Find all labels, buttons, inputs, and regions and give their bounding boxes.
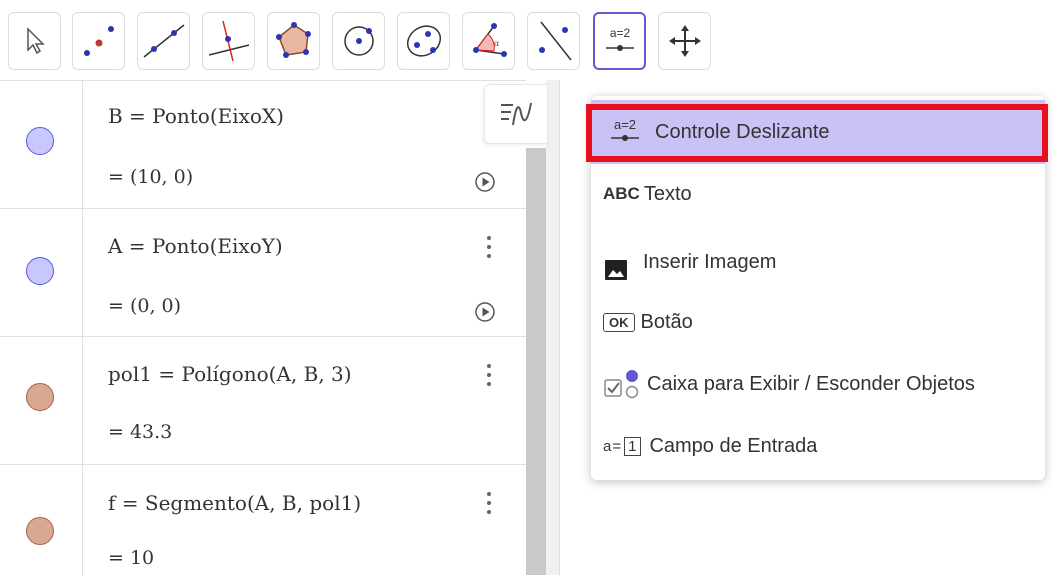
menu-item-checkbox[interactable]: Caixa para Exibir / Esconder Objetos <box>591 352 1045 416</box>
visibility-marker-column <box>0 465 83 576</box>
cursor-arrow-icon <box>26 27 45 55</box>
tool-submenu: a=2 Controle Deslizante ABC Texto Inseri… <box>591 96 1045 480</box>
more-options-icon[interactable] <box>482 233 496 261</box>
svg-text:α: α <box>494 39 499 48</box>
button-ok-icon: OK <box>603 312 635 332</box>
algebra-graphics-toggle-icon <box>501 102 532 126</box>
ellipse-icon <box>406 25 441 57</box>
algebra-scrollbar-thumb[interactable] <box>526 148 546 575</box>
visibility-toggle[interactable] <box>26 127 54 155</box>
image-icon <box>603 258 629 282</box>
algebra-row-B[interactable]: B = Ponto(EixoX) = (10, 0) <box>0 81 526 209</box>
polygon-tool[interactable] <box>267 12 320 70</box>
algebra-scroll-track[interactable] <box>546 80 560 575</box>
reflect-tool[interactable] <box>527 12 580 70</box>
visibility-marker-column <box>0 81 83 208</box>
menu-item-label: Campo de Entrada <box>649 434 818 457</box>
value-text: = (0, 0) <box>108 295 182 317</box>
angle-tool[interactable]: α <box>462 12 515 70</box>
angle-icon: α <box>472 23 507 57</box>
menu-item-button[interactable]: OK Botão <box>591 290 1045 354</box>
algebra-view-toggle-button[interactable] <box>484 84 548 144</box>
menu-item-label: Inserir Imagem <box>643 250 777 273</box>
menu-item-label: Caixa para Exibir / Esconder Objetos <box>647 372 975 395</box>
text-abc-icon: ABC <box>603 184 640 203</box>
menu-item-input-box[interactable]: a= 1 Campo de Entrada <box>591 414 1045 478</box>
move-graphics-view-tool[interactable] <box>658 12 711 70</box>
svg-text:a=2: a=2 <box>614 117 636 132</box>
definition-text[interactable]: pol1 = Polígono(A, B, 3) <box>108 362 352 386</box>
visibility-toggle[interactable] <box>26 517 54 545</box>
line-icon <box>143 24 184 58</box>
point-icon <box>83 26 114 56</box>
move-tool[interactable] <box>8 12 61 70</box>
circle-center-point-tool[interactable] <box>332 12 385 70</box>
play-animation-icon[interactable] <box>474 171 496 193</box>
svg-text:a=2: a=2 <box>609 26 630 40</box>
toolbar: α a=2 <box>0 0 1052 84</box>
value-text: = 10 <box>108 547 155 569</box>
algebra-row-A[interactable]: A = Ponto(EixoY) = (0, 0) <box>0 209 526 337</box>
ellipse-tool[interactable] <box>397 12 450 70</box>
more-options-icon[interactable] <box>482 361 496 389</box>
slider-tool[interactable]: a=2 <box>593 12 646 70</box>
point-tool[interactable] <box>72 12 125 70</box>
menu-item-slider[interactable]: a=2 Controle Deslizante <box>591 100 1045 164</box>
algebra-row-f[interactable]: f = Segmento(A, B, pol1) = 10 <box>0 465 526 576</box>
visibility-toggle[interactable] <box>26 383 54 411</box>
algebra-row-pol1[interactable]: pol1 = Polígono(A, B, 3) = 43.3 <box>0 337 526 465</box>
visibility-marker-column <box>0 337 83 464</box>
visibility-toggle[interactable] <box>26 257 54 285</box>
menu-item-label: Texto <box>643 182 692 205</box>
circle-icon <box>343 26 374 56</box>
definition-text[interactable]: B = Ponto(EixoX) <box>108 104 284 128</box>
value-text: = 43.3 <box>108 421 173 443</box>
line-tool[interactable] <box>137 12 190 70</box>
menu-item-image[interactable]: Inserir Imagem <box>591 230 1045 294</box>
checkbox-show-hide-icon <box>603 368 643 400</box>
definition-text[interactable]: f = Segmento(A, B, pol1) <box>108 491 361 515</box>
move-arrows-icon <box>668 25 701 57</box>
value-text: = (10, 0) <box>108 166 194 188</box>
polygon-icon <box>275 22 311 58</box>
menu-item-label: Controle Deslizante <box>655 120 830 143</box>
algebra-view: B = Ponto(EixoX) = (10, 0) A = Ponto(Eix… <box>0 80 526 576</box>
visibility-marker-column <box>0 209 83 336</box>
more-options-icon[interactable] <box>482 489 496 517</box>
slider-icon: a=2 <box>603 117 647 147</box>
input-box-icon: a= 1 <box>603 436 642 456</box>
slider-icon: a=2 <box>605 26 634 51</box>
definition-text[interactable]: A = Ponto(EixoY) <box>108 234 283 258</box>
perpendicular-icon <box>208 20 249 62</box>
menu-item-text[interactable]: ABC Texto <box>591 162 1045 226</box>
play-animation-icon[interactable] <box>474 301 496 323</box>
reflect-icon <box>538 21 572 61</box>
perpendicular-line-tool[interactable] <box>202 12 255 70</box>
menu-item-label: Botão <box>640 310 693 333</box>
